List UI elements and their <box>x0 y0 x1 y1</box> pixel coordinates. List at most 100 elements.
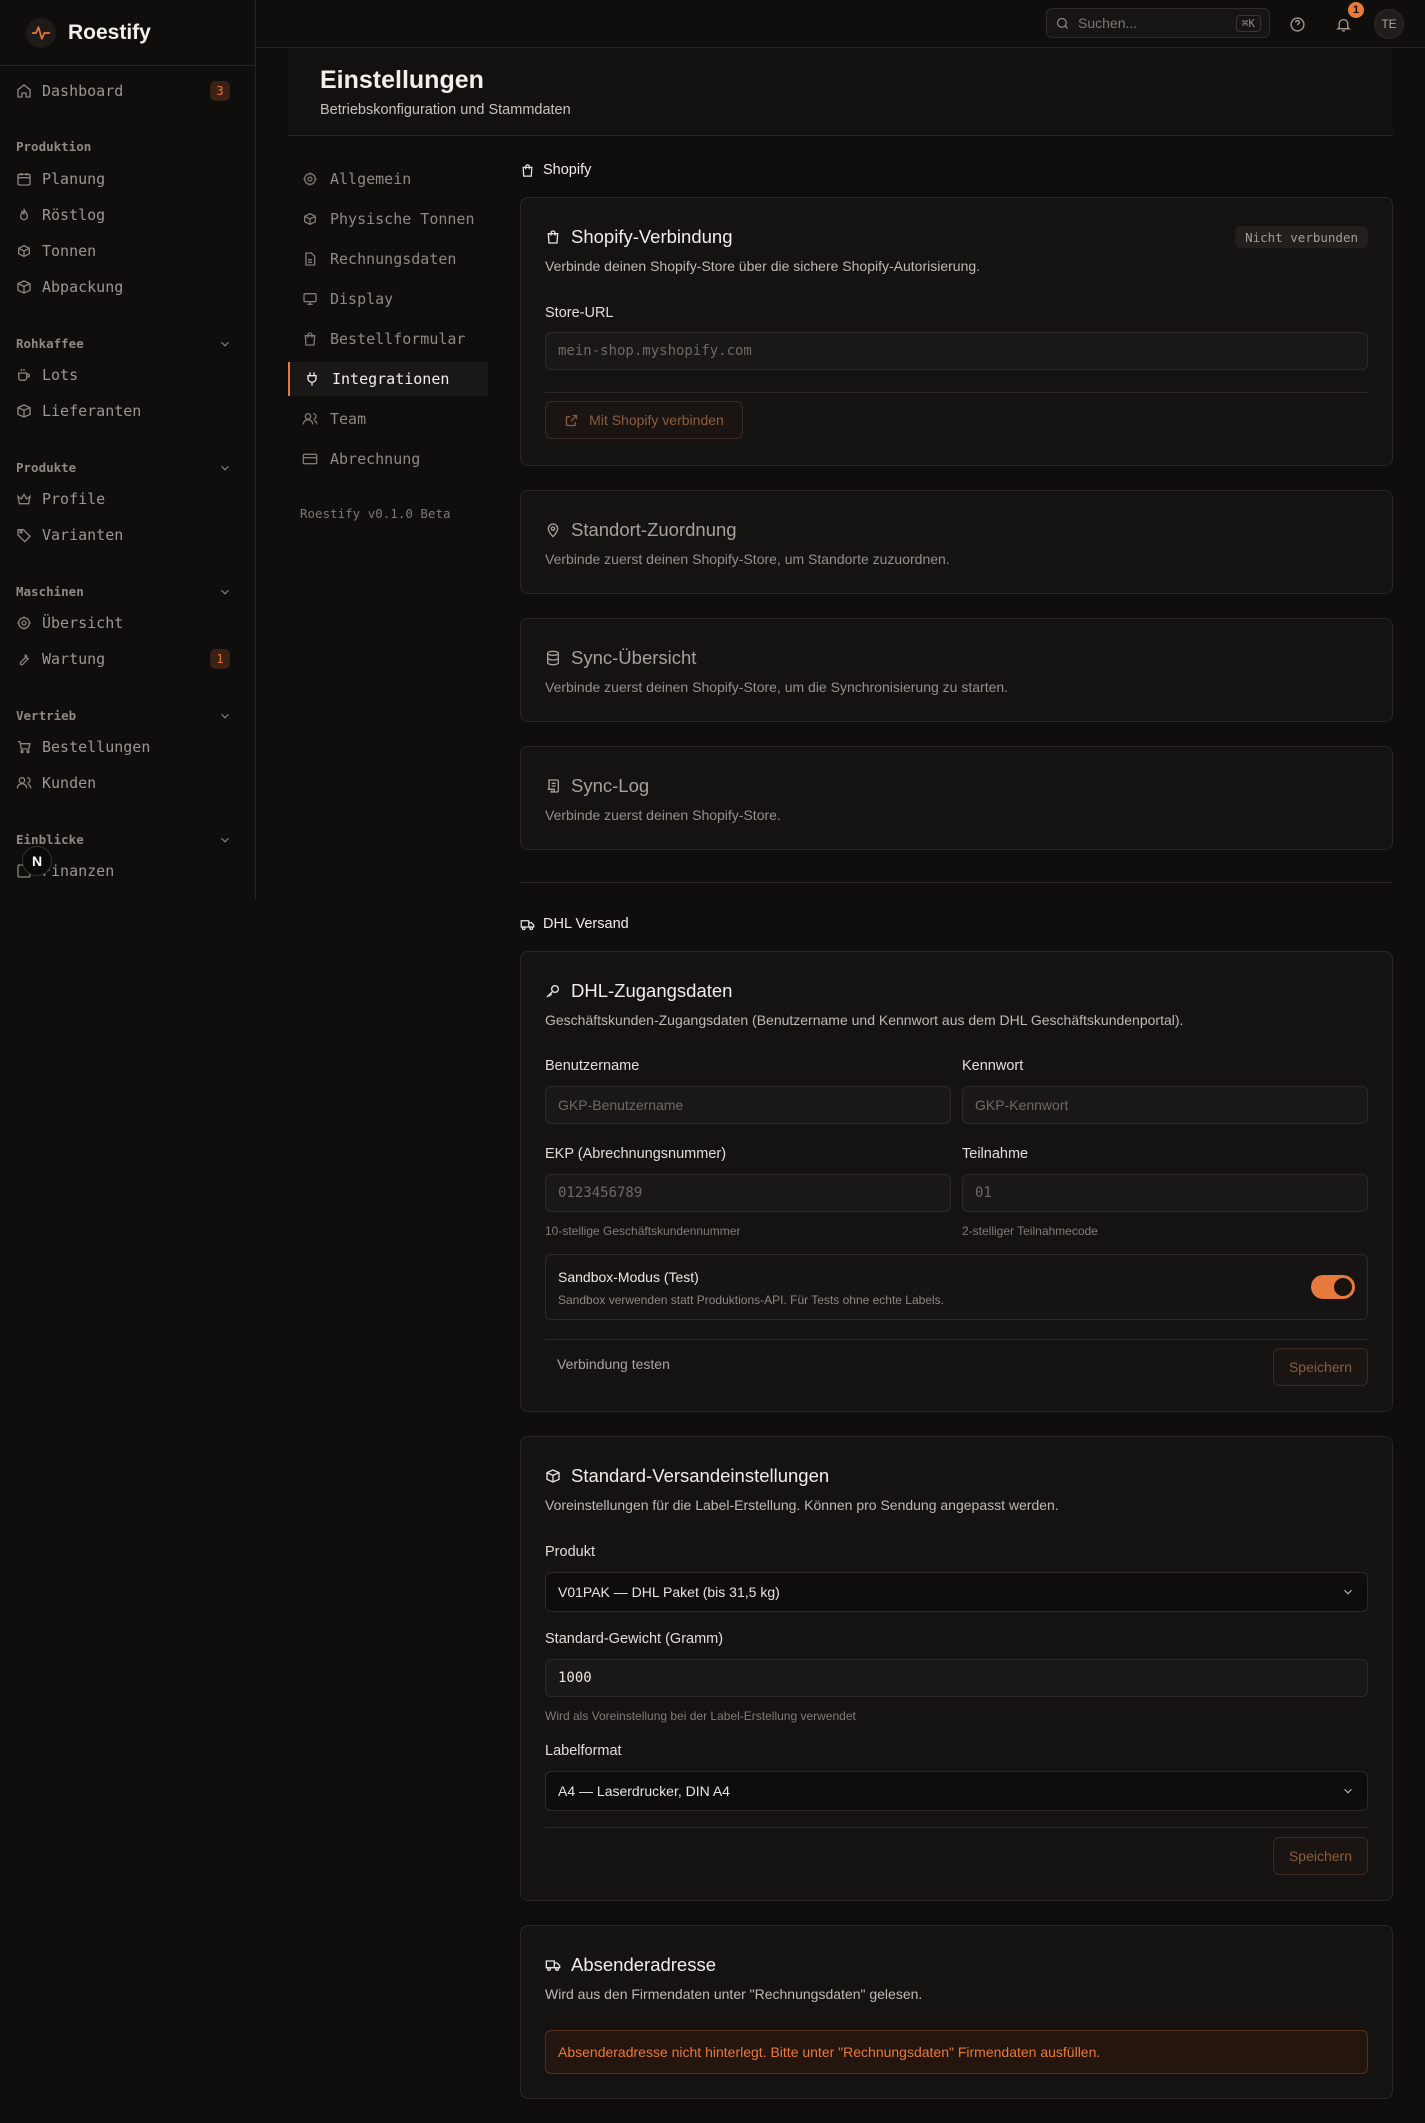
sandbox-toggle[interactable] <box>1311 1275 1355 1299</box>
sidebar-item-label: Wartung <box>42 650 106 668</box>
brand-name: Roestify <box>68 20 151 44</box>
card-description: Verbinde zuerst deinen Shopify-Store, um… <box>545 551 950 567</box>
settings-nav-team[interactable]: Team <box>288 402 488 436</box>
sandbox-title: Sandbox-Modus (Test) <box>558 1269 699 1285</box>
box-icon <box>16 403 32 419</box>
dev-tools-badge[interactable]: N <box>22 846 52 876</box>
username-label: Benutzername <box>545 1058 640 1074</box>
test-connection-button[interactable]: Verbindung testen <box>557 1356 670 1372</box>
product-select[interactable]: V01PAK — DHL Paket (bis 31,5 kg) <box>545 1572 1368 1612</box>
topbar: ⌘K 1 TE <box>256 0 1425 48</box>
save-credentials-button[interactable]: Speichern <box>1273 1348 1368 1386</box>
chevron-down-icon <box>1341 1585 1355 1599</box>
settings-nav-abrechnung[interactable]: Abrechnung <box>288 442 488 476</box>
sidebar-item-bestellungen[interactable]: Bestellungen <box>16 731 242 763</box>
credit-card-icon <box>302 451 318 467</box>
settings-nav-integrationen[interactable]: Integrationen <box>288 362 488 396</box>
sidebar-group-vertrieb[interactable]: Vertrieb <box>16 708 242 723</box>
dashboard-count-badge: 3 <box>210 81 230 101</box>
sidebar-item-dashboard[interactable]: Dashboard 3 <box>16 75 242 107</box>
sidebar-item-planung[interactable]: Planung <box>16 163 242 195</box>
sidebar-item-tonnen[interactable]: Tonnen <box>16 235 242 267</box>
card-description: Verbinde zuerst deinen Shopify-Store. <box>545 807 781 823</box>
group-label: Produktion <box>16 139 92 154</box>
shopping-bag-icon <box>302 331 318 347</box>
truck-icon <box>520 917 535 932</box>
wrench-icon <box>16 651 32 667</box>
sidebar-item-label: Finanzen <box>42 862 115 880</box>
label-format-select[interactable]: A4 — Laserdrucker, DIN A4 <box>545 1771 1368 1811</box>
coffee-icon <box>16 367 32 383</box>
group-label: Produkte <box>16 460 77 475</box>
sidebar-group-maschinen[interactable]: Maschinen <box>16 584 242 599</box>
weight-input[interactable] <box>545 1659 1368 1697</box>
database-icon <box>545 650 561 666</box>
card-title-text: Shopify-Verbindung <box>571 226 733 247</box>
sidebar-item-label: Lots <box>42 366 79 384</box>
button-label: Speichern <box>1288 1848 1353 1864</box>
participation-label: Teilnahme <box>962 1146 1029 1162</box>
search-box[interactable]: ⌘K <box>1046 8 1270 38</box>
sidebar-group-einblicke[interactable]: Einblicke <box>16 832 242 847</box>
store-url-input[interactable] <box>545 332 1368 370</box>
chevron-down-icon <box>218 709 232 723</box>
sidebar-item-label: Kunden <box>42 774 97 792</box>
status-badge: Nicht verbunden <box>1235 226 1368 248</box>
username-input[interactable] <box>545 1086 951 1124</box>
sender-address-card: Absenderadresse Wird aus den Firmendaten… <box>520 1925 1393 2099</box>
ekp-label: EKP (Abrechnungsnummer) <box>545 1146 727 1162</box>
card-description: Wird aus den Firmendaten unter "Rechnung… <box>545 1986 923 2002</box>
tag-icon <box>16 527 32 543</box>
key-icon <box>545 983 561 999</box>
sidebar-item-profile[interactable]: Profile <box>16 483 242 515</box>
sidebar-item-wartung[interactable]: Wartung 1 <box>16 643 242 675</box>
search-input[interactable] <box>1078 15 1208 31</box>
brand[interactable]: Roestify <box>0 0 255 66</box>
divider <box>545 1339 1368 1340</box>
sidebar-item-abpackung[interactable]: Abpackung <box>16 271 242 303</box>
avatar[interactable]: TE <box>1374 9 1404 39</box>
sidebar-item-roestlog[interactable]: Röstlog <box>16 199 242 231</box>
card-title-text: Sync-Log <box>571 775 650 796</box>
flame-icon <box>16 207 32 223</box>
wartung-count-badge: 1 <box>210 649 230 669</box>
settings-nav-rechnungsdaten[interactable]: Rechnungsdaten <box>288 242 488 276</box>
sidebar-item-label: Übersicht <box>42 614 124 632</box>
help-icon[interactable] <box>1283 10 1311 38</box>
settings-nav-allgemein[interactable]: Allgemein <box>288 162 488 196</box>
sidebar-item-varianten[interactable]: Varianten <box>16 519 242 551</box>
settings-nav-display[interactable]: Display <box>288 282 488 316</box>
users-icon <box>16 775 32 791</box>
external-link-icon <box>564 413 579 428</box>
card-title: Sync-Übersicht <box>545 647 696 669</box>
page-header: Einstellungen Betriebskonfiguration und … <box>288 48 1393 136</box>
sender-address-alert: Absenderadresse nicht hinterlegt. Bitte … <box>545 2030 1368 2074</box>
card-title: Absenderadresse <box>545 1954 716 1976</box>
section-title-text: DHL Versand <box>543 916 629 932</box>
card-description: Verbinde deinen Shopify-Store über die s… <box>545 258 981 274</box>
shipping-defaults-card: Standard-Versandeinstellungen Voreinstel… <box>520 1436 1393 1901</box>
store-url-label: Store-URL <box>545 305 614 321</box>
settings-nav-physische-tonnen[interactable]: Physische Tonnen <box>288 202 488 236</box>
location-mapping-card: Standort-Zuordnung Verbinde zuerst deine… <box>520 490 1393 594</box>
card-title-text: Sync-Übersicht <box>571 647 697 668</box>
sidebar-group-rohkaffee[interactable]: Rohkaffee <box>16 336 242 351</box>
save-defaults-button[interactable]: Speichern <box>1273 1837 1368 1875</box>
card-title: Sync-Log <box>545 775 649 797</box>
sidebar-item-lieferanten[interactable]: Lieferanten <box>16 395 242 427</box>
ekp-input[interactable] <box>545 1174 951 1212</box>
card-title-text: Absenderadresse <box>571 1954 717 1975</box>
sidebar-item-lots[interactable]: Lots <box>16 359 242 391</box>
settings-nav-bestellformular[interactable]: Bestellformular <box>288 322 488 356</box>
participation-input[interactable] <box>962 1174 1368 1212</box>
sidebar-item-uebersicht[interactable]: Übersicht <box>16 607 242 639</box>
shopping-bag-icon <box>545 229 561 245</box>
sidebar-item-kunden[interactable]: Kunden <box>16 767 242 799</box>
file-text-icon <box>302 251 318 267</box>
sidebar-group-produkte[interactable]: Produkte <box>16 460 242 475</box>
connect-shopify-button[interactable]: Mit Shopify verbinden <box>545 401 743 439</box>
plug-icon <box>304 371 320 387</box>
password-input[interactable] <box>962 1086 1368 1124</box>
settings-nav-label: Display <box>330 290 394 308</box>
button-label: Speichern <box>1288 1359 1353 1375</box>
